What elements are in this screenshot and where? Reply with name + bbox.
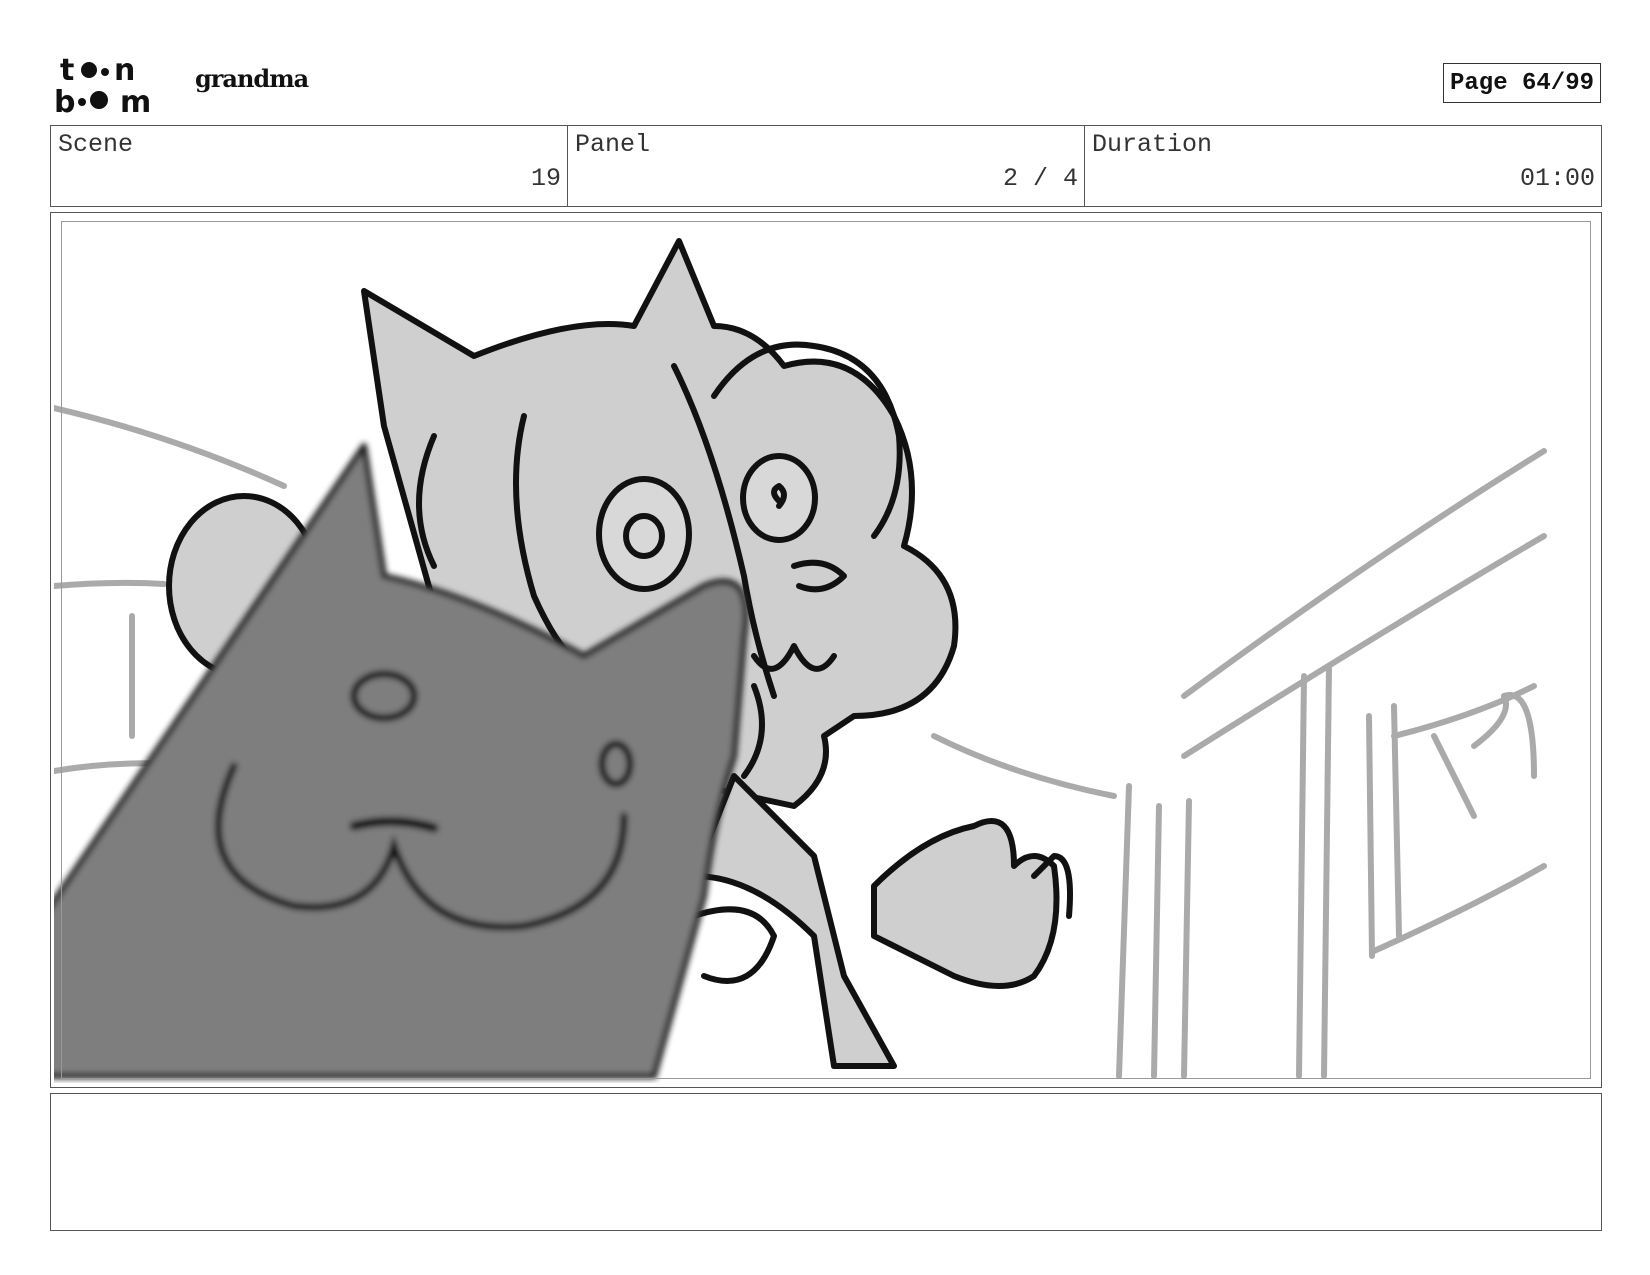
svg-text:b: b — [54, 85, 75, 114]
project-name: grandma — [195, 64, 309, 93]
panel-value: 2 / 4 — [1002, 164, 1078, 193]
toon-boom-logo: t n b m — [54, 53, 151, 114]
panel-notes — [50, 1093, 1602, 1231]
panel-label: Panel — [575, 130, 651, 159]
panel-safe-area — [61, 221, 1591, 1079]
scene-cell: Scene 19 — [51, 126, 568, 206]
panel-cell: Panel 2 / 4 — [568, 126, 1085, 206]
svg-text:m: m — [120, 85, 151, 114]
duration-value: 01:00 — [1519, 164, 1595, 193]
info-row: Scene 19 Panel 2 / 4 Duration 01:00 — [50, 125, 1602, 207]
scene-value: 19 — [530, 164, 561, 193]
scene-label: Scene — [58, 130, 134, 159]
page-indicator: Page 64/99 — [1443, 63, 1601, 103]
svg-text:t: t — [60, 53, 74, 88]
duration-label: Duration — [1092, 130, 1213, 159]
duration-cell: Duration 01:00 — [1085, 126, 1601, 206]
svg-text:n: n — [114, 53, 135, 88]
